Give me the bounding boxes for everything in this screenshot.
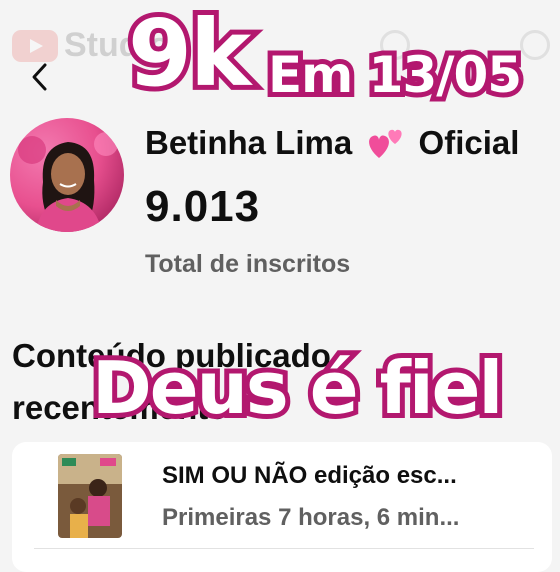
channel-name-text: Betinha Lima [145,124,353,161]
overlay-date-text: Em 13/05 [263,41,527,109]
account-icon[interactable] [520,30,550,60]
overlay-milestone-text: 9k [123,0,256,112]
back-button[interactable] [26,60,56,94]
video-title[interactable]: SIM OU NÃO edição esc... [162,462,457,490]
channel-name-suffix: Oficial [418,124,520,161]
video-stats: Primeiras 7 horas, 6 min... [162,504,460,531]
youtube-play-icon [12,29,58,62]
subscriber-label: Total de inscritos [145,250,351,278]
overlay-caption-text: Deus é fiel [87,341,508,435]
two-hearts-icon [369,129,403,158]
channel-avatar [10,118,124,232]
channel-name: Betinha Lima Oficial [145,124,519,162]
subscriber-count: 9.013 [145,182,261,231]
card-divider [34,548,534,549]
recent-video-card[interactable]: SIM OU NÃO edição esc... Primeiras 7 hor… [12,442,552,572]
video-thumbnail[interactable] [58,454,122,538]
